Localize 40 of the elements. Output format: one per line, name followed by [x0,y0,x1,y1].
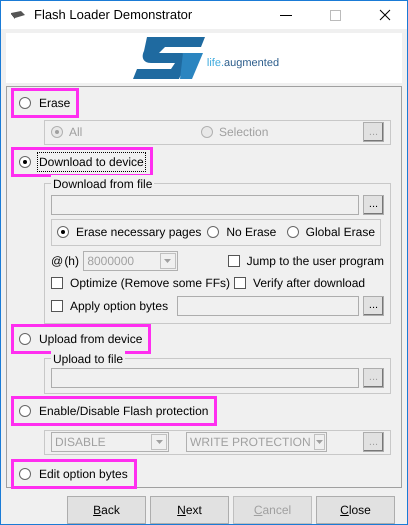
option-label[interactable]: Erase [38,94,72,112]
option-bytes-field[interactable] [177,296,359,316]
option-label[interactable]: Download to device [38,152,145,171]
radio-button[interactable] [19,332,31,345]
dialog-button[interactable]: Next [150,496,229,524]
option-label[interactable]: No Erase [226,223,276,242]
radio-button[interactable] [19,156,31,168]
option-label[interactable]: Enable/Disable Flash protection [38,402,210,420]
option-label[interactable]: Global Erase [306,223,375,242]
minimize-icon[interactable] [280,14,292,16]
dialog-button[interactable]: Back [67,496,146,524]
option-label[interactable]: Upload from device [38,330,144,348]
option-label[interactable]: Erase necessary pages [76,223,202,242]
radio-button[interactable] [57,226,69,238]
logo-tagline: life.augmented [206,56,280,71]
group-title: Upload to file [51,350,126,368]
radio-button[interactable] [19,97,31,109]
radio-button[interactable] [19,404,31,417]
checkbox-label[interactable]: Apply option bytes [70,296,168,315]
checkbox-label[interactable]: Optimize (Remove some FFs) [70,274,230,292]
checkbox[interactable] [234,276,246,289]
browse-button[interactable]: ... [363,194,384,215]
address-label: @ [51,252,64,270]
file-field[interactable] [51,368,359,388]
checkbox-label[interactable]: Verify after download [253,274,366,292]
radio-button[interactable] [286,226,299,238]
close-icon[interactable] [379,9,391,21]
checkbox[interactable] [228,254,240,267]
checkbox-label[interactable]: Jump to the user program [246,252,384,270]
file-field[interactable] [51,194,359,215]
window-title: Flash Loader Demonstrator [34,6,192,24]
chip-icon [10,10,26,20]
checkbox[interactable] [51,276,63,289]
radio-button[interactable] [19,468,31,480]
checkbox[interactable] [51,300,63,312]
address-unit: (h) [64,252,80,270]
option-label[interactable]: Edit option bytes [38,465,129,483]
dialog-button[interactable]: Close [316,496,395,524]
browse-button[interactable]: ... [363,296,384,316]
radio-button[interactable] [207,226,220,238]
